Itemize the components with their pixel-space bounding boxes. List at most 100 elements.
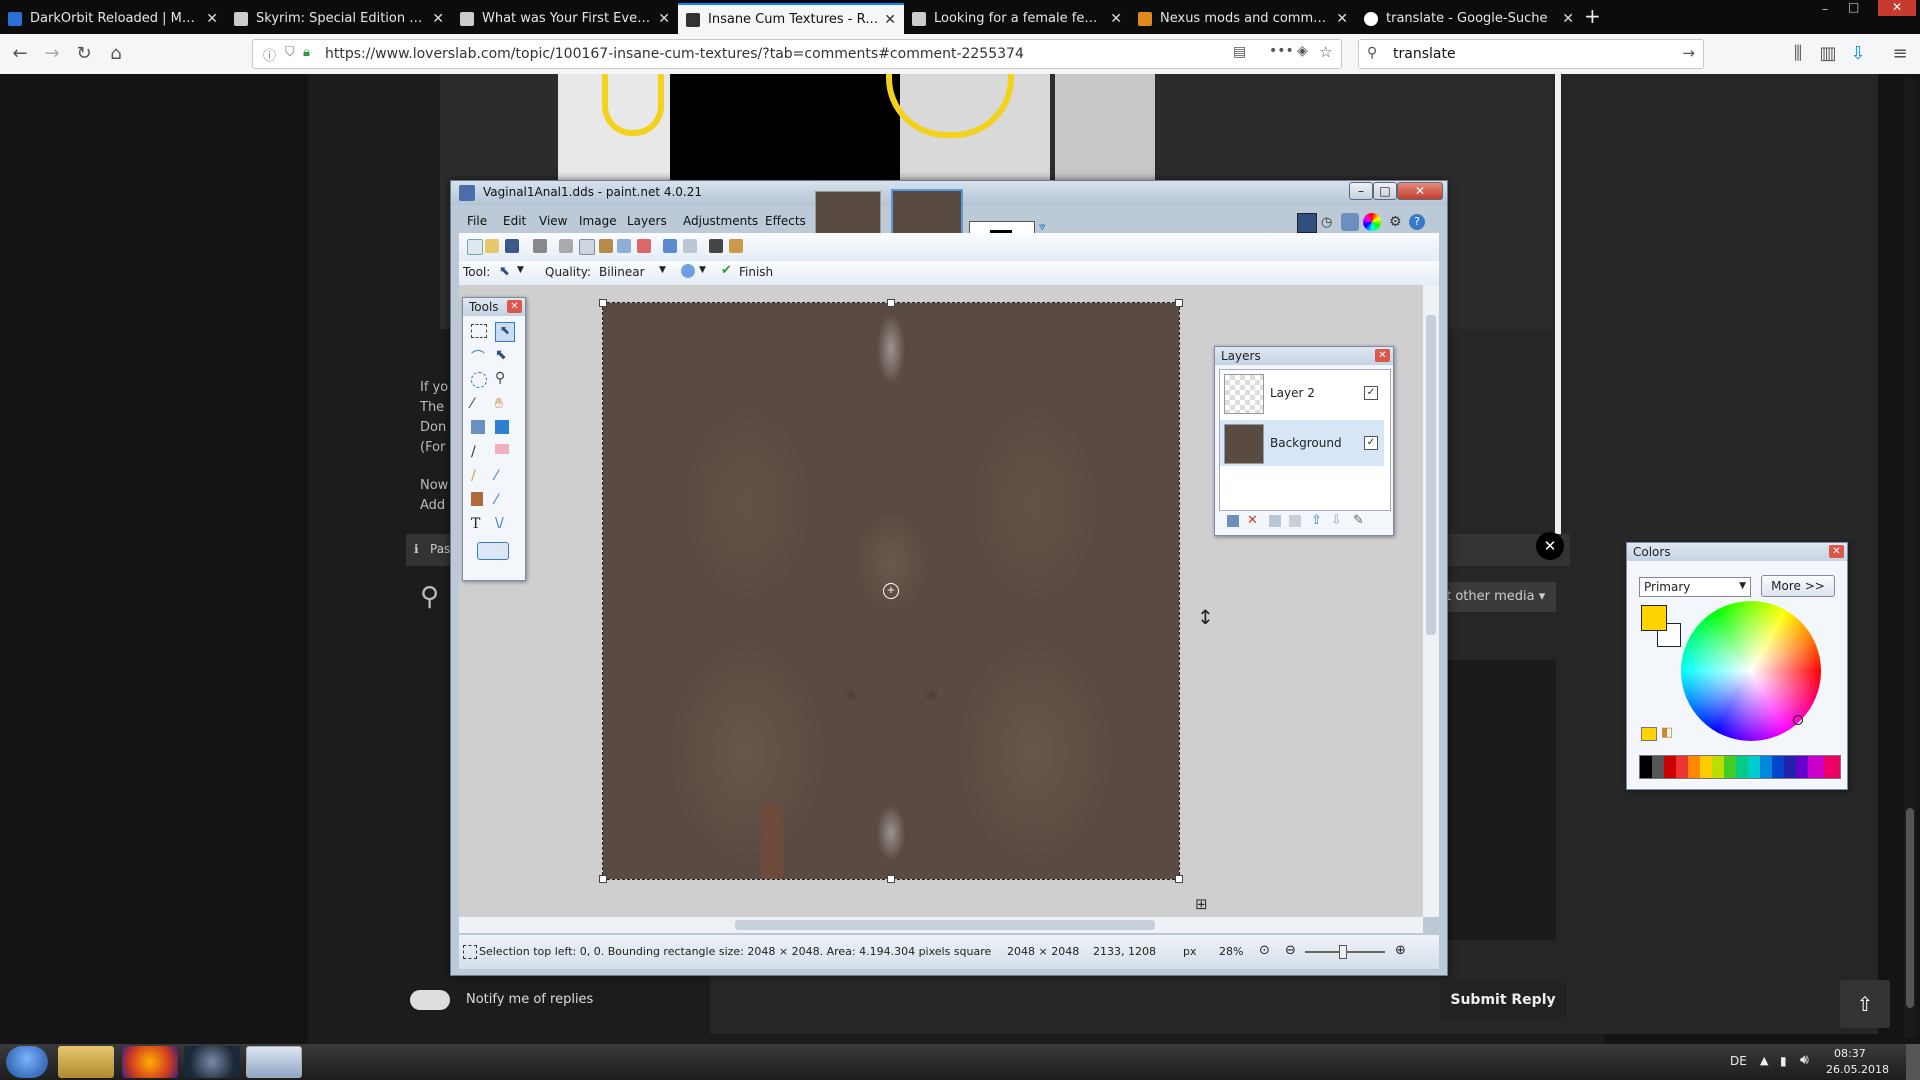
maximize-icon[interactable]: □: [1848, 0, 1864, 14]
copy-icon[interactable]: [579, 239, 595, 255]
shield-icon[interactable]: ⛉: [285, 45, 295, 60]
tab-close-icon[interactable]: ✕: [658, 11, 670, 27]
dropdown-arrow-icon[interactable]: ▼: [517, 265, 524, 275]
color-wheel[interactable]: [1681, 601, 1821, 741]
delete-layer-icon[interactable]: ✕: [1247, 513, 1258, 528]
file-explorer-icon[interactable]: [58, 1046, 114, 1078]
color-palette[interactable]: [1639, 755, 1841, 779]
layer-row-background[interactable]: Background ✓: [1220, 420, 1384, 466]
tab-close-icon[interactable]: ✕: [1562, 11, 1574, 27]
insert-other-media-button[interactable]: rt other media ▾: [1430, 582, 1556, 612]
redo-icon[interactable]: [683, 239, 697, 253]
layer-row-layer-2[interactable]: Layer 2 ✓: [1220, 370, 1384, 416]
zoom-in-icon[interactable]: ⊕: [1395, 943, 1406, 958]
colors-panel-titlebar[interactable]: Colors ✕: [1627, 543, 1847, 561]
network-icon[interactable]: ▮: [1780, 1054, 1787, 1068]
pencil-tool-icon[interactable]: /: [471, 468, 489, 486]
hamburger-menu-icon[interactable]: ≡: [1888, 42, 1912, 66]
zoom-slider-thumb[interactable]: [1339, 945, 1347, 959]
firefox-icon[interactable]: [122, 1046, 178, 1078]
dropdown-arrow-icon[interactable]: ▼: [659, 265, 666, 275]
layer-properties-icon[interactable]: ✎: [1353, 513, 1364, 528]
crop-icon[interactable]: [617, 239, 631, 253]
undo-icon[interactable]: [663, 239, 677, 253]
page-scrollbar[interactable]: [1904, 78, 1916, 1038]
close-icon[interactable]: ✕: [507, 300, 522, 313]
vertical-scrollbar[interactable]: [1423, 285, 1439, 917]
search-input[interactable]: translate: [1393, 46, 1456, 62]
new-image-icon[interactable]: [467, 239, 483, 255]
tab-close-icon[interactable]: ✕: [884, 12, 896, 28]
menu-layers[interactable]: Layers: [627, 214, 667, 228]
vertical-scroll-thumb[interactable]: [1426, 315, 1436, 635]
layer-visibility-checkbox[interactable]: ✓: [1364, 436, 1378, 450]
menu-image[interactable]: Image: [579, 214, 617, 228]
scroll-top-icon[interactable]: ⇧: [1840, 980, 1890, 1028]
tab-nexus[interactable]: Nexus mods and community ✕: [1130, 3, 1356, 34]
search-go-icon[interactable]: →: [1682, 44, 1695, 62]
paintnet-taskbar-icon[interactable]: [246, 1046, 302, 1078]
forward-icon[interactable]: →: [40, 42, 64, 66]
reload-icon[interactable]: ↻: [72, 42, 96, 66]
minimize-button[interactable]: –: [1349, 182, 1373, 200]
move-selected-tool-icon[interactable]: ⬉: [495, 322, 515, 342]
info-icon[interactable]: ⓘ: [263, 45, 276, 64]
language-indicator[interactable]: DE: [1730, 1054, 1747, 1068]
magic-wand-tool-icon[interactable]: ⁄: [471, 396, 489, 414]
move-selection-tool-icon[interactable]: ⬉: [495, 347, 513, 365]
reader-view-icon[interactable]: ▤: [1233, 44, 1246, 60]
close-button[interactable]: ✕: [1397, 182, 1443, 200]
download-icon[interactable]: ⇩: [1846, 42, 1870, 66]
quality-select[interactable]: Bilinear: [599, 265, 645, 279]
tools-panel-titlebar[interactable]: Tools ✕: [463, 298, 525, 316]
submit-reply-button[interactable]: Submit Reply: [1440, 982, 1566, 1018]
clone-stamp-tool-icon[interactable]: [471, 492, 483, 506]
move-handle-icon[interactable]: +: [883, 583, 899, 599]
close-editor-button[interactable]: ✕: [1536, 532, 1564, 560]
eraser-tool-icon[interactable]: [495, 444, 509, 454]
tab-first-computer[interactable]: What was Your First Ever Comp ✕: [452, 3, 678, 34]
tab-close-icon[interactable]: ✕: [432, 11, 444, 27]
menu-adjustments[interactable]: Adjustments: [683, 214, 758, 228]
pan-tool-icon[interactable]: ✋︎: [495, 396, 513, 414]
back-icon[interactable]: ←: [8, 42, 32, 66]
volume-icon[interactable]: 🔊︎: [1800, 1052, 1809, 1068]
menu-file[interactable]: File: [467, 214, 487, 228]
gradient-tool-icon[interactable]: [495, 420, 509, 434]
deselect-icon[interactable]: [637, 239, 651, 253]
tray-expand-icon[interactable]: ▲: [1760, 1054, 1768, 1067]
url-text[interactable]: https://www.loverslab.com/topic/100167-i…: [325, 46, 1024, 62]
bookmark-star-icon[interactable]: ☆: [1319, 43, 1332, 61]
move-layer-up-icon[interactable]: ⇧: [1311, 513, 1322, 528]
move-selection-tool-icon[interactable]: ⬉: [499, 264, 510, 279]
selection-handle[interactable]: [1175, 875, 1183, 883]
ruler-icon[interactable]: [729, 239, 743, 253]
tab-close-icon[interactable]: ✕: [1110, 11, 1122, 27]
pocket-icon[interactable]: ◈: [1297, 43, 1308, 59]
notify-toggle[interactable]: [410, 990, 450, 1010]
layers-panel-titlebar[interactable]: Layers ✕: [1215, 347, 1393, 365]
duplicate-layer-icon[interactable]: [1269, 515, 1281, 527]
move-layer-down-icon[interactable]: ⇩: [1331, 513, 1342, 528]
rectangle-select-tool-icon[interactable]: [471, 324, 487, 338]
close-icon[interactable]: ✕: [1375, 349, 1390, 362]
color-mode-select[interactable]: Primary ▼: [1639, 577, 1751, 597]
page-scrollbar-thumb[interactable]: [1906, 808, 1914, 1008]
paint-bucket-tool-icon[interactable]: [471, 420, 485, 434]
open-icon[interactable]: [485, 239, 499, 253]
paste-icon[interactable]: [599, 239, 613, 253]
save-icon[interactable]: [505, 239, 519, 253]
paintbrush-tool-icon[interactable]: /: [471, 444, 489, 462]
image-canvas[interactable]: +: [599, 299, 1183, 883]
add-layer-icon[interactable]: [1227, 515, 1239, 527]
search-bar[interactable]: ⚲ translate →: [1358, 39, 1704, 69]
more-button[interactable]: More >>: [1761, 575, 1835, 597]
horizontal-scrollbar[interactable]: [459, 917, 1423, 933]
zoom-tool-icon[interactable]: ⚲: [495, 370, 513, 388]
grid-icon[interactable]: [709, 239, 723, 253]
tab-close-icon[interactable]: ✕: [206, 11, 218, 27]
line-curve-tool-icon[interactable]: \/: [495, 516, 513, 534]
lasso-tool-icon[interactable]: ⌒: [471, 347, 489, 366]
finish-button[interactable]: Finish: [739, 265, 773, 279]
color-picker-tool-icon[interactable]: ⁄: [495, 468, 513, 486]
